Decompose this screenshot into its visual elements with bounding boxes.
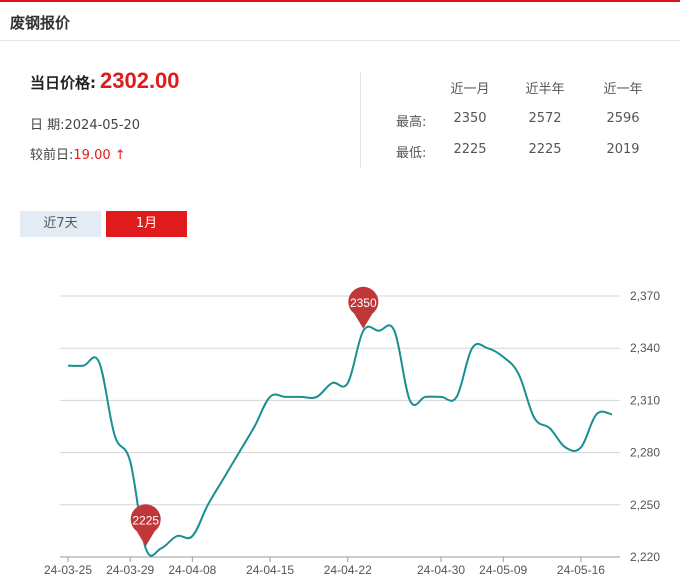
date-label: 日 期: <box>30 118 65 133</box>
date-value: 2024-05-20 <box>64 118 141 133</box>
pin-label: 2350 <box>350 296 377 310</box>
stats-col-header: 近一月 <box>450 82 490 97</box>
x-tick-label: 24-05-16 <box>557 563 605 577</box>
x-tick-label: 24-03-29 <box>106 563 154 577</box>
stats-cell: 2225 <box>453 142 487 157</box>
stats-cell: 2225 <box>528 142 562 157</box>
x-tick-label: 24-05-09 <box>479 563 527 577</box>
x-tick-label: 24-04-08 <box>168 563 216 577</box>
change-row: 较前日:19.00 ↑ <box>30 144 126 163</box>
date-row: 日 期:2024-05-20 <box>30 114 140 133</box>
tab-7-days[interactable]: 近7天 <box>20 211 101 237</box>
pin-label: 2225 <box>132 513 159 527</box>
price-pin-marker: 2225 <box>130 504 161 547</box>
price-value: 2302.00 <box>100 68 180 93</box>
change-value: 19.00 ↑ <box>73 148 126 163</box>
price-label: 当日价格: <box>30 74 96 92</box>
stats-cell: 2019 <box>606 142 640 157</box>
stats-col-header: 近半年 <box>525 82 565 97</box>
y-tick-label: 2,280 <box>630 446 660 460</box>
panel-header: 废钢报价 <box>0 2 680 41</box>
x-tick-label: 24-04-22 <box>324 563 372 577</box>
panel-title: 废钢报价 <box>10 14 71 32</box>
stats-col-header: 近一年 <box>603 82 643 97</box>
stats-cell: 2596 <box>606 111 640 126</box>
y-tick-label: 2,310 <box>630 393 660 407</box>
y-tick-label: 2,250 <box>630 498 660 512</box>
price-row: 当日价格: 2302.00 <box>30 68 180 94</box>
x-tick-label: 24-03-25 <box>44 563 92 577</box>
x-tick-label: 24-04-15 <box>246 563 294 577</box>
stats-cell: 2572 <box>528 111 562 126</box>
y-tick-label: 2,220 <box>630 550 660 564</box>
stats-cell: 2350 <box>453 111 487 126</box>
vertical-divider <box>360 72 361 168</box>
tab-1-month[interactable]: 1月 <box>106 211 187 237</box>
x-tick-label: 24-04-30 <box>417 563 465 577</box>
change-label: 较前日: <box>30 148 74 163</box>
y-tick-label: 2,370 <box>630 289 660 303</box>
price-stats-table: 近一月 近半年 近一年 最高: 2350 2572 2596 最低: 2225 … <box>380 78 660 168</box>
y-tick-label: 2,340 <box>630 341 660 355</box>
price-line-chart: 2,220 2,250 2,280 2,310 2,340 2,370 24-03-25 24… <box>44 286 660 577</box>
price-pin-marker: 2350 <box>348 286 379 329</box>
